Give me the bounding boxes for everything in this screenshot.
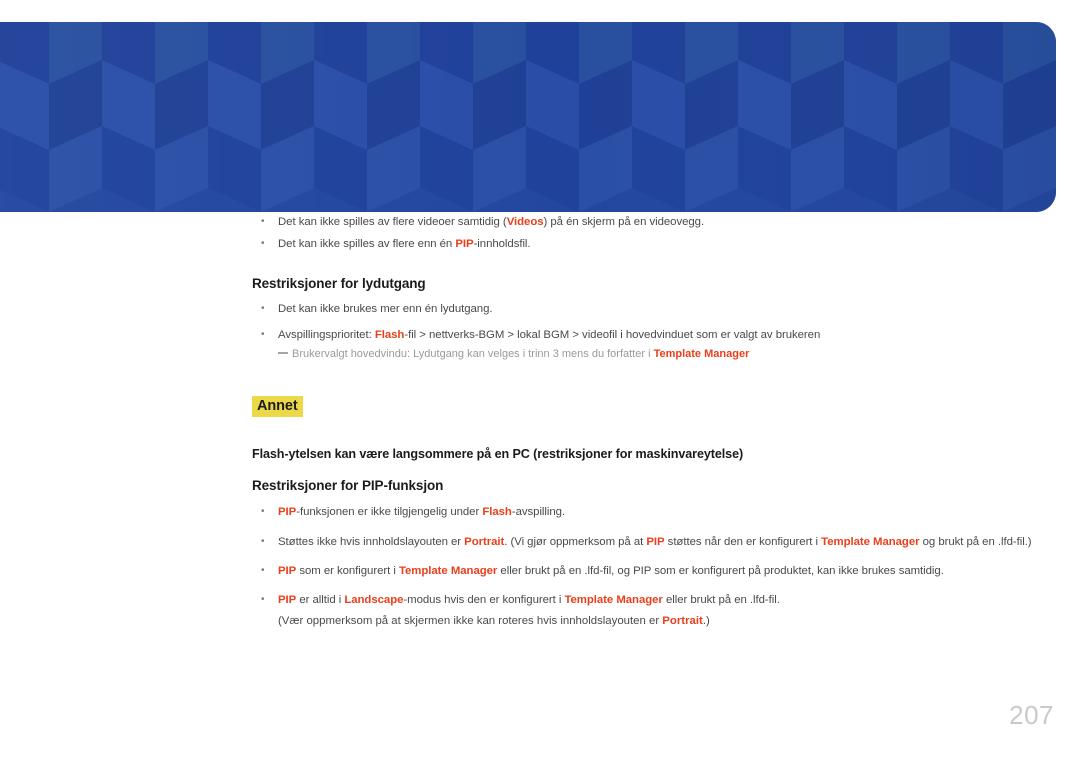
- accent-term: Flash: [482, 506, 512, 519]
- accent-term: PIP: [278, 594, 297, 607]
- page-number: 207: [1009, 700, 1054, 730]
- list-pip-restrictions: PIP-funksjonen er ikke tilgjengelig unde…: [252, 502, 1052, 611]
- accent-term: Template Manager: [821, 535, 920, 548]
- list-item: PIP som er konfigurert i Template Manage…: [252, 561, 1052, 582]
- list-item: Avspillingsprioritet: Flash-fil > nettve…: [252, 325, 1052, 346]
- list-item: Det kan ikke spilles av flere enn én PIP…: [252, 234, 1052, 255]
- heading-pip-restrictions: Restriksjoner for PIP-funksjon: [252, 478, 444, 494]
- audio-output-subnote: Brukervalgt hovedvindu: Lydutgang kan ve…: [278, 345, 1052, 364]
- list-audio-output-restrictions: Det kan ikke brukes mer enn én lydutgang…: [252, 299, 1052, 345]
- heading-flash-performance: Flash-ytelsen kan være langsommere på en…: [252, 447, 744, 462]
- list-item: Det kan ikke brukes mer enn én lydutgang…: [252, 299, 1052, 320]
- accent-term: Template Manager: [398, 565, 498, 578]
- list-item: PIP-funksjonen er ikke tilgjengelig unde…: [252, 502, 1052, 523]
- list-item: PIP er alltid i Landscape-modus hvis den…: [252, 590, 1052, 611]
- heading-audio-output-restrictions: Restriksjoner for lydutgang: [252, 276, 426, 292]
- list-item: Støttes ikke hvis innholdslayouten er Po…: [252, 532, 1052, 553]
- accent-term: Videos: [506, 215, 544, 228]
- accent-term: Flash: [374, 328, 405, 341]
- accent-term: Template Manager: [653, 348, 750, 361]
- heading-other: Annet: [252, 396, 303, 418]
- accent-term: Landscape: [344, 594, 404, 607]
- banner-chevron-pattern: [0, 22, 1056, 212]
- accent-term: Portrait: [662, 614, 703, 627]
- accent-term: Template Manager: [564, 594, 663, 607]
- accent-term: PIP: [278, 565, 297, 578]
- accent-term: PIP: [646, 535, 665, 548]
- list-item: Det kan ikke spilles av flere videoer sa…: [252, 212, 1052, 233]
- accent-term: PIP: [455, 238, 474, 251]
- decorative-banner: [0, 22, 1056, 212]
- pip-last-continuation: (Vær oppmerksom på at skjermen ikke kan …: [278, 614, 710, 627]
- accent-term: PIP: [278, 506, 297, 519]
- accent-term: Portrait: [464, 535, 505, 548]
